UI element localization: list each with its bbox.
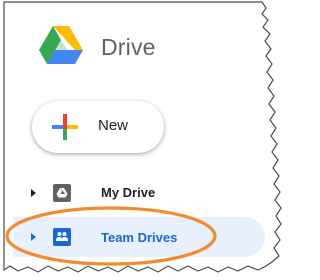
sidebar-item-my-drive[interactable]: My Drive (13, 174, 265, 212)
plus-icon (52, 114, 78, 140)
google-drive-logo-icon (39, 26, 83, 64)
expand-arrow-icon[interactable] (31, 233, 36, 241)
new-button[interactable]: New (32, 101, 164, 153)
sidebar-item-team-drives[interactable]: Team Drives (13, 217, 265, 257)
new-button-label: New (98, 117, 129, 134)
screenshot-stage: Drive New My Drive Team Drives (0, 0, 282, 280)
app-header: Drive (13, 20, 265, 70)
app-title: Drive (101, 34, 156, 60)
my-drive-icon (53, 184, 71, 202)
drive-sidebar: Drive New My Drive Team Drives (13, 6, 265, 268)
sidebar-item-label: My Drive (101, 185, 156, 200)
expand-arrow-icon[interactable] (31, 189, 36, 197)
sidebar-item-label: Team Drives (101, 230, 178, 245)
team-drives-icon (53, 228, 71, 246)
